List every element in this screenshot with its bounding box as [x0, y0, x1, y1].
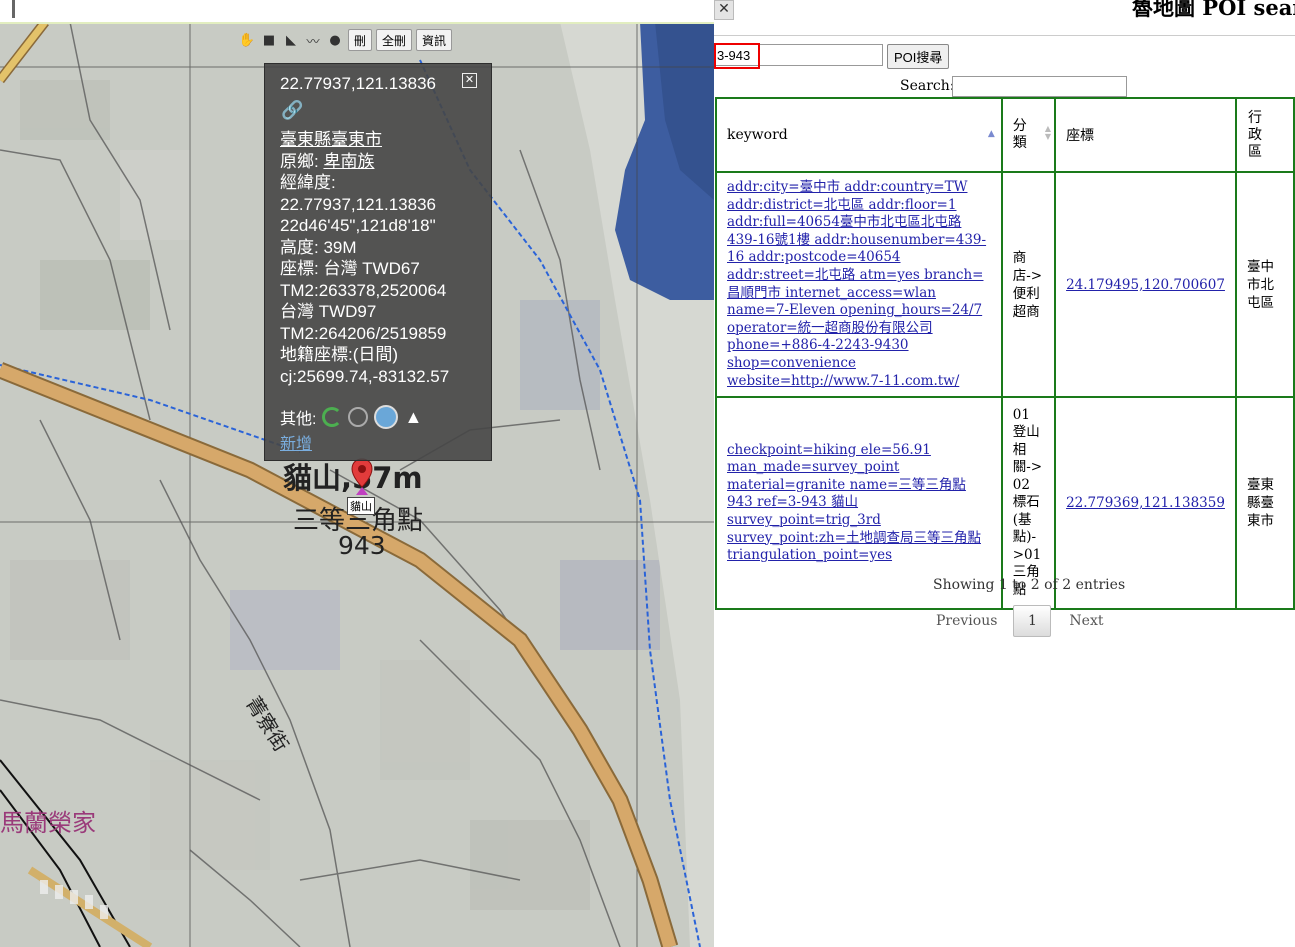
keyword-link[interactable]: addr:city=臺中市 addr:country=TW addr:distr…: [727, 179, 991, 390]
hand-icon[interactable]: ✋: [238, 31, 256, 49]
page-button[interactable]: 1: [1013, 605, 1052, 637]
poi-search-panel: ✕ 魯地圖 POI search POI搜尋 Search: keyword ▲ …: [714, 0, 1295, 947]
map-draw-toolbar: ✋ ■ ◣ 〰 ● 刪 全刪 資訊: [238, 29, 453, 51]
map-view[interactable]: ✋ ■ ◣ 〰 ● 刪 全刪 資訊 貓山,57m 三等三角點 943 菁寮街 馬…: [0, 0, 714, 947]
badge-icon[interactable]: [374, 405, 399, 429]
point-number-label: 943: [338, 531, 386, 560]
info-button[interactable]: 資訊: [416, 29, 453, 51]
district-cell: 臺中市北屯區: [1234, 170, 1295, 399]
close-icon[interactable]: ✕: [462, 73, 477, 88]
popup-line-dms: 22d46'45",121d8'18": [280, 216, 436, 235]
column-header-category[interactable]: 分類 ▲ ▼: [1000, 97, 1057, 173]
popup-details: 臺東縣臺東市 原鄉: 卑南族 經緯度: 22.77937,121.13836 2…: [280, 129, 449, 387]
next-button[interactable]: Next: [1069, 613, 1103, 629]
category-text: 01登山相關->02標石(基點)->01三角點: [1012, 406, 1043, 598]
coord-link[interactable]: 24.179495,120.700607: [1066, 277, 1225, 293]
coord-link[interactable]: 22.779369,121.138359: [1066, 495, 1225, 511]
mountain-icon[interactable]: ▲: [404, 407, 422, 428]
polygon-icon[interactable]: ◣: [282, 31, 300, 49]
popup-line-indigenous: 原鄉: 卑南族: [280, 151, 375, 171]
popup-line-latlng-label: 經緯度:: [280, 173, 336, 192]
input-highlight-box: [714, 43, 760, 69]
sort-asc-icon: ▲: [987, 129, 995, 139]
popup-line-cadastral: 地籍座標:(日間): [280, 345, 399, 364]
category-text: 商店->便利超商: [1012, 249, 1043, 320]
delete-all-button[interactable]: 全刪: [376, 29, 413, 51]
column-header-label: keyword: [727, 127, 788, 143]
column-header-label: 行政區: [1247, 109, 1262, 160]
popup-line-twd67-value: TM2:263378,2520064: [280, 280, 447, 300]
search-label: Search:: [900, 78, 955, 94]
keyword-link[interactable]: checkpoint=hiking ele=56.91 man_made=sur…: [727, 442, 991, 565]
popup-line-tribe[interactable]: 卑南族: [323, 152, 374, 171]
column-header-label: 座標: [1066, 128, 1095, 144]
table-info: Showing 1 to 2 of 2 entries: [933, 577, 1126, 593]
column-header-district[interactable]: 行政區: [1234, 97, 1295, 173]
village-label: 馬蘭榮家: [0, 809, 96, 837]
marker-tag-label: 貓山: [347, 497, 375, 515]
category-cell: 商店->便利超商: [1000, 170, 1057, 399]
map-top-marker: [12, 0, 15, 18]
table-row: addr:city=臺中市 addr:country=TW addr:distr…: [715, 170, 1295, 399]
column-header-label: 分類: [1012, 118, 1027, 151]
popup-line-twd67: 座標: 台灣 TWD67: [280, 259, 420, 278]
title-divider: [714, 35, 1295, 36]
sort-both-icon: ▲ ▼: [1044, 124, 1052, 141]
popup-other-label: 其他:: [280, 411, 317, 428]
district-text: 臺東縣臺東市: [1246, 477, 1274, 530]
popup-other-row: 其他: ▲: [280, 405, 422, 429]
polyline-icon[interactable]: 〰: [304, 31, 322, 50]
map-pin-icon[interactable]: [350, 457, 374, 497]
previous-button[interactable]: Previous: [936, 613, 997, 629]
location-info-popup: 22.77937,121.13836 ✕ 🔗 臺東縣臺東市 原鄉: 卑南族 經緯…: [264, 63, 492, 461]
panel-title: 魯地圖 POI search: [1132, 0, 1295, 20]
popup-line-latlng: 22.77937,121.13836: [280, 194, 436, 214]
district-text: 臺中市北屯區: [1246, 258, 1274, 311]
circle-icon[interactable]: ●: [326, 31, 344, 49]
column-header-keyword[interactable]: keyword ▲: [715, 97, 1003, 173]
column-header-coord[interactable]: 座標: [1054, 97, 1237, 173]
map-top-strip: [0, 0, 714, 24]
delete-button[interactable]: 刪: [348, 29, 373, 51]
keyword-cell: addr:city=臺中市 addr:country=TW addr:distr…: [715, 170, 1003, 399]
magnifier-icon[interactable]: [348, 407, 369, 427]
table-search-input[interactable]: [952, 76, 1127, 97]
popup-line-admin[interactable]: 臺東縣臺東市: [280, 129, 449, 151]
coord-cell: 24.179495,120.700607: [1054, 170, 1237, 399]
popup-line-twd97-value: TM2:264206/2519859: [280, 323, 447, 343]
district-cell: 臺東縣臺東市: [1234, 396, 1295, 611]
popup-line-elevation: 高度: 39M: [280, 237, 357, 257]
square-icon[interactable]: ■: [260, 31, 278, 49]
popup-add-link[interactable]: 新增: [280, 430, 312, 454]
refresh-icon[interactable]: [322, 407, 343, 427]
popup-line-cadastral-value: cj:25699.74,-83132.57: [280, 366, 450, 386]
link-icon[interactable]: 🔗: [281, 100, 303, 121]
popup-line-twd97: 台灣 TWD97: [280, 302, 377, 321]
poi-search-button[interactable]: POI搜尋: [887, 44, 950, 69]
popup-coordinates-title: 22.77937,121.13836: [280, 74, 436, 93]
poi-results-table: keyword ▲ 分類 ▲ ▼ 座標 行政區 addr:city=臺中市 addr:…: [715, 97, 1295, 611]
pagination: Previous 1 Next: [936, 605, 1103, 637]
close-panel-icon[interactable]: ✕: [714, 0, 734, 20]
